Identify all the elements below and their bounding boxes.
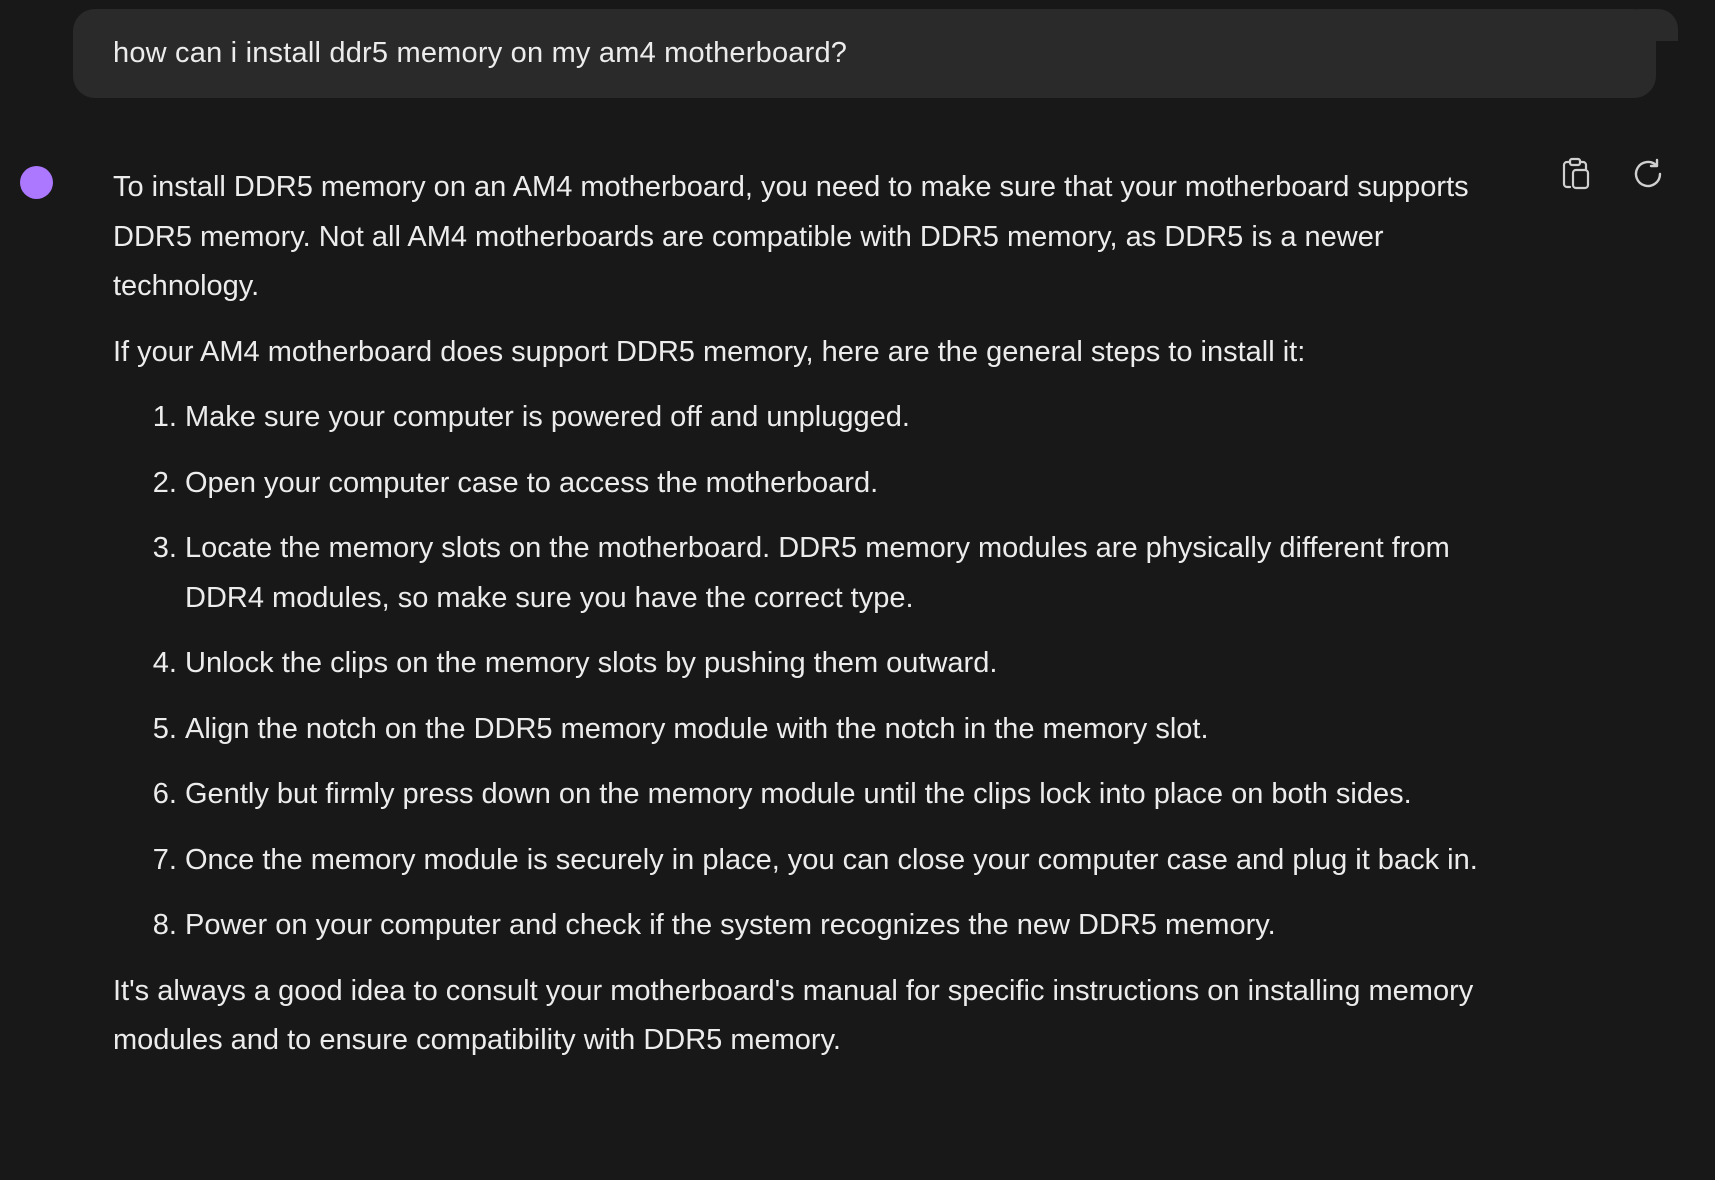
assistant-avatar (20, 166, 53, 199)
refresh-icon (1634, 158, 1662, 188)
list-item: Unlock the clips on the memory slots by … (185, 639, 1493, 689)
install-steps-list: Make sure your computer is powered off a… (113, 393, 1493, 951)
user-message-text: how can i install ddr5 memory on my am4 … (113, 37, 848, 69)
list-item: Open your computer case to access the mo… (185, 459, 1493, 509)
list-item: Gently but firmly press down on the memo… (185, 770, 1493, 820)
copy-button[interactable] (1559, 156, 1593, 192)
list-item: Locate the memory slots on the motherboa… (185, 524, 1493, 623)
user-message-bubble: how can i install ddr5 memory on my am4 … (73, 9, 1678, 98)
list-item: Align the notch on the DDR5 memory modul… (185, 705, 1493, 755)
chat-page: how can i install ddr5 memory on my am4 … (0, 0, 1715, 1180)
answer-intro: To install DDR5 memory on an AM4 motherb… (113, 171, 1469, 302)
list-item: Power on your computer and check if the … (185, 901, 1493, 951)
list-item: Make sure your computer is powered off a… (185, 393, 1493, 443)
answer-lead-in: If your AM4 motherboard does support DDR… (113, 335, 1306, 368)
message-actions (1559, 156, 1665, 192)
clipboard-icon (1562, 157, 1590, 190)
answer-closing: It's always a good idea to consult your … (113, 974, 1474, 1057)
list-item: Once the memory module is securely in pl… (185, 836, 1493, 886)
regenerate-button[interactable] (1631, 156, 1665, 192)
assistant-message: To install DDR5 memory on an AM4 motherb… (113, 163, 1493, 1082)
